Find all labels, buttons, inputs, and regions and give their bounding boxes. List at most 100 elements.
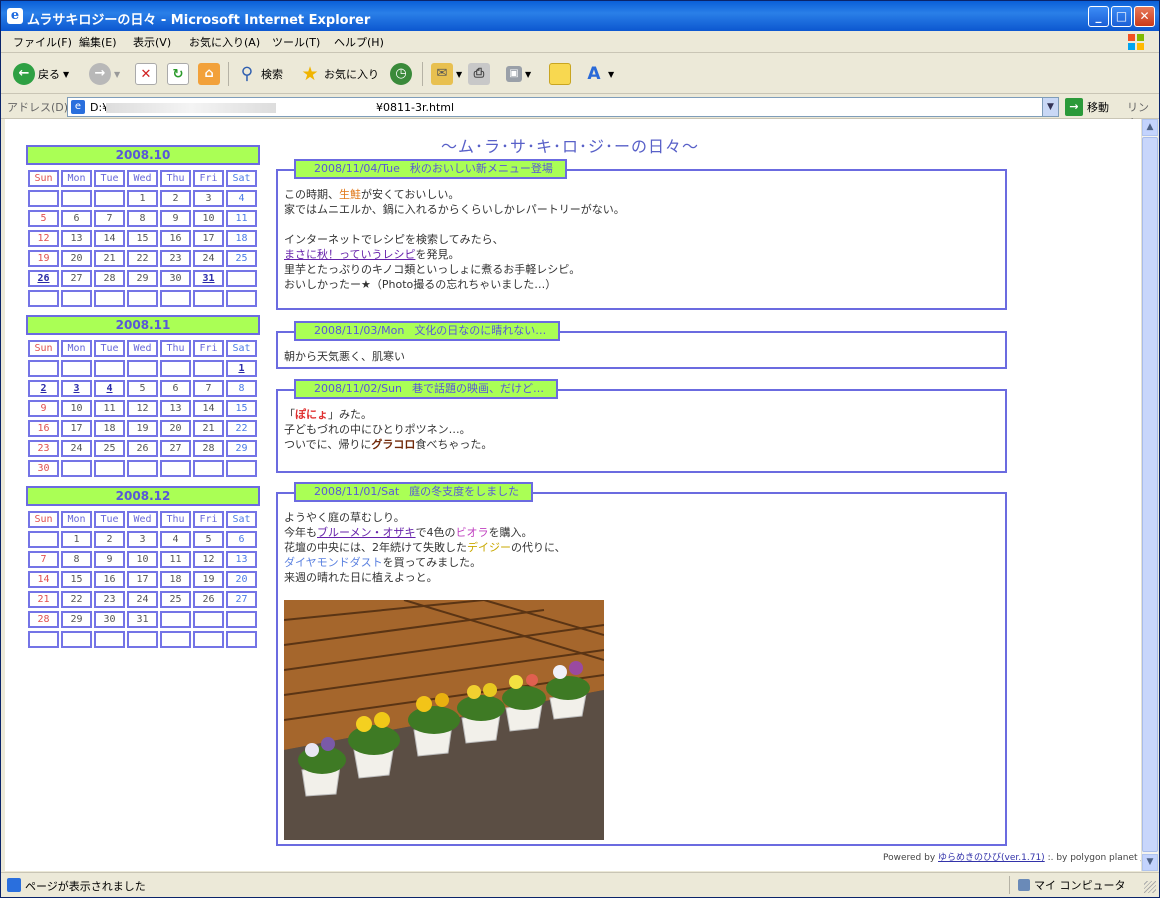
text: ついでに、帰りに — [284, 438, 372, 451]
day-cell: 9 — [160, 210, 191, 227]
day-cell[interactable]: 1 — [226, 360, 257, 377]
refresh-button[interactable]: ↻ — [167, 62, 189, 86]
entry-line: 来週の晴れた日に植えよっと。 — [284, 571, 438, 584]
weekday-header: Tue — [94, 340, 125, 357]
home-button[interactable]: ⌂ — [198, 62, 220, 86]
shop-link[interactable]: ブルーメン・オザキ — [317, 526, 416, 539]
empty-day-cell — [160, 460, 191, 477]
day-cell: 21 — [94, 250, 125, 267]
page-title: ～ム･ラ･サ･キ･ロ･ジ･ーの日々～ — [441, 137, 700, 156]
menu-edit[interactable]: 編集(E) — [79, 34, 117, 50]
entry-line — [284, 217, 625, 232]
minimize-button[interactable]: _ — [1088, 6, 1109, 27]
day-cell: 27 — [226, 591, 257, 608]
forward-button[interactable]: → ▼ — [89, 62, 120, 86]
messenger-button[interactable]: A ▼ — [583, 62, 614, 86]
edit-button[interactable]: ▣ ▼ — [506, 62, 531, 86]
blog-entry: 2008/11/03/Mon 文化の日なのに晴れない… 朝から天気悪く、肌寒い — [276, 321, 1007, 369]
day-cell: 1 — [127, 190, 158, 207]
day-cell[interactable]: 3 — [61, 380, 92, 397]
day-cell: 1 — [61, 531, 92, 548]
edit-dropdown-icon[interactable]: ▼ — [525, 70, 531, 79]
empty-day-cell — [61, 360, 92, 377]
day-cell: 6 — [226, 531, 257, 548]
day-cell: 30 — [28, 460, 59, 477]
discuss-button[interactable] — [549, 62, 571, 86]
empty-day-cell — [226, 611, 257, 628]
star-icon: ★ — [301, 63, 319, 85]
day-cell[interactable]: 2 — [28, 380, 59, 397]
forward-dropdown-icon[interactable]: ▼ — [114, 70, 120, 79]
mail-dropdown-icon[interactable]: ▼ — [456, 70, 462, 79]
scroll-down-icon[interactable]: ▼ — [1142, 854, 1158, 871]
day-cell: 20 — [160, 420, 191, 437]
menu-favorites[interactable]: お気に入り(A) — [189, 34, 260, 50]
entry-title[interactable]: 文化の日なのに晴れない… — [414, 324, 546, 337]
address-redacted — [106, 103, 276, 113]
recipe-link[interactable]: まさに秋！っていうレシピ — [284, 248, 415, 261]
empty-day-cell — [160, 611, 191, 628]
weekday-header: Thu — [160, 340, 191, 357]
blog-entry: 2008/11/02/Sun 巷で話題の映画、だけど… 「ぽにょ」みた。 子どもづ… — [276, 379, 1007, 473]
close-button[interactable]: ✕ — [1134, 6, 1155, 27]
messenger-dropdown-icon[interactable]: ▼ — [608, 70, 614, 79]
day-cell: 24 — [193, 250, 224, 267]
stop-button[interactable]: ✕ — [135, 62, 157, 86]
address-label: アドレス(D) — [7, 101, 69, 114]
history-icon: ◷ — [390, 63, 412, 85]
history-button[interactable]: ◷ — [390, 62, 412, 86]
back-button[interactable]: ← 戻る ▼ — [13, 62, 69, 86]
day-cell: 19 — [127, 420, 158, 437]
entry-line: 花壇の中央には、2年続けて失敗したデイジーの代りに、 — [284, 540, 566, 555]
scroll-up-icon[interactable]: ▲ — [1142, 119, 1158, 136]
weekday-header: Sun — [28, 511, 59, 528]
calendar-grid: Sun Mon Tue Wed Thu Fri Sat 1 2 3 4 5 6 7 8 9 10 11 12 13 14… — [28, 511, 260, 648]
favorites-button[interactable]: ★ お気に入り — [299, 62, 379, 86]
home-icon: ⌂ — [198, 63, 220, 85]
day-cell: 5 — [193, 531, 224, 548]
back-arrow-icon: ← — [13, 63, 35, 85]
print-button[interactable]: ⎙ — [468, 62, 490, 86]
day-cell: 3 — [193, 190, 224, 207]
weekday-header: Mon — [61, 340, 92, 357]
empty-day-cell — [94, 290, 125, 307]
empty-day-cell — [160, 290, 191, 307]
day-cell: 22 — [127, 250, 158, 267]
title-bar[interactable]: e ムラサキロジーの日々 - Microsoft Internet Explor… — [1, 1, 1159, 31]
empty-day-cell — [127, 631, 158, 648]
menu-tools[interactable]: ツール(T) — [272, 34, 320, 50]
entry-header: 2008/11/03/Mon 文化の日なのに晴れない… — [294, 321, 561, 341]
resize-grip-icon[interactable] — [1144, 881, 1156, 893]
entry-line: インターネットでレシピを検索してみたら、 — [284, 233, 504, 246]
entry-title[interactable]: 巷で話題の映画、だけど… — [412, 382, 544, 395]
status-text: ページが表示されました — [25, 880, 146, 893]
address-input[interactable]: e D:¥ ¥0811-3r.html ▼ — [67, 97, 1059, 117]
go-button[interactable]: → 移動 — [1065, 97, 1109, 117]
entry-line: 「ぽにょ」みた。 — [284, 407, 492, 422]
day-cell: 11 — [160, 551, 191, 568]
menu-file[interactable]: ファイル(F) — [13, 34, 72, 50]
day-cell: 20 — [226, 571, 257, 588]
vertical-scrollbar[interactable]: ▲ ▼ — [1141, 119, 1158, 871]
day-cell: 17 — [61, 420, 92, 437]
menu-view[interactable]: 表示(V) — [133, 34, 171, 50]
back-dropdown-icon[interactable]: ▼ — [63, 70, 69, 79]
entry-title[interactable]: 庭の冬支度をしました — [409, 485, 519, 498]
maximize-button[interactable]: □ — [1111, 6, 1132, 27]
day-cell[interactable]: 31 — [193, 270, 224, 287]
scroll-thumb[interactable] — [1142, 137, 1158, 852]
entry-line: 里芋とたっぷりのキノコ類といっしょに煮るお手軽レシピ。 — [284, 263, 581, 276]
calendar-title: 2008.11 — [26, 315, 260, 335]
day-cell[interactable]: 26 — [28, 270, 59, 287]
entry-date: 2008/11/04/Tue — [314, 162, 400, 175]
blog-software-link[interactable]: ゆらめきのひび(ver.1.71) — [938, 853, 1045, 863]
search-button[interactable]: ⚲ 検索 — [236, 62, 283, 86]
day-cell[interactable]: 4 — [94, 380, 125, 397]
go-arrow-icon: → — [1065, 98, 1083, 116]
day-cell: 19 — [193, 571, 224, 588]
entry-title[interactable]: 秋のおいしい新メニュー登場 — [410, 162, 553, 175]
empty-day-cell — [193, 360, 224, 377]
address-dropdown-icon[interactable]: ▼ — [1042, 98, 1058, 116]
menu-help[interactable]: ヘルプ(H) — [334, 34, 384, 50]
mail-button[interactable]: ✉ ▼ — [431, 62, 462, 86]
